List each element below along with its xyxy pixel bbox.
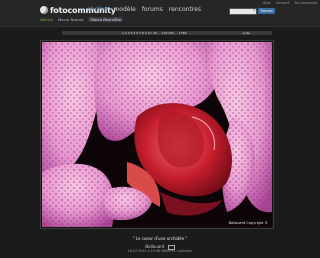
nav-item-meetings[interactable]: rencontres — [169, 6, 201, 13]
page-numbers[interactable]: 1 2 3 4 5 6 7 8 9 10 20 ... 100 200 ... … — [122, 31, 186, 35]
photo-frame: Ballouard Copyright © — [40, 40, 274, 229]
account-links: Aide Contact Se connecter — [263, 1, 317, 5]
nav-item-model[interactable]: modèle — [113, 6, 135, 13]
page-more[interactable]: 20 ... 100 200 ... 1766 — [153, 31, 186, 35]
orchid-photo[interactable]: Ballouard Copyright © — [42, 42, 272, 227]
photo-meta: 16.07.2012 à 19:48 Weiterer, Lorenzen — [127, 249, 193, 253]
main-nav: photos modèle forums rencontres — [87, 6, 201, 13]
photo-watermark: Ballouard Copyright © — [229, 221, 269, 225]
page-list[interactable]: 1 2 3 4 5 6 7 8 9 10 — [122, 31, 152, 35]
breadcrumb: Nature Macro Nature Macro fleurs/Bio — [40, 17, 124, 22]
nav-item-forums[interactable]: forums — [142, 6, 163, 13]
photo-caption: " Le coeur d'une orchidée " — [132, 236, 188, 241]
fotocommunity-logo-icon — [40, 6, 48, 14]
nav-item-photos[interactable]: photos — [87, 6, 107, 13]
top-bar: fotocommunity photos modèle forums renco… — [0, 0, 320, 27]
help-link[interactable]: Aide — [263, 1, 271, 5]
next-page-link[interactable]: suite — [243, 31, 250, 35]
breadcrumb-macro-flowers[interactable]: Macro fleurs/Bio — [88, 17, 124, 22]
search-button[interactable]: Trouver — [258, 8, 275, 14]
breadcrumb-nature[interactable]: Nature — [40, 17, 53, 22]
breadcrumb-macro-nature[interactable]: Macro Nature — [58, 17, 84, 22]
pagination: 1 2 3 4 5 6 7 8 9 10 20 ... 100 200 ... … — [62, 31, 272, 35]
login-link[interactable]: Se connecter — [294, 1, 317, 5]
contact-link[interactable]: Contact — [276, 1, 290, 5]
